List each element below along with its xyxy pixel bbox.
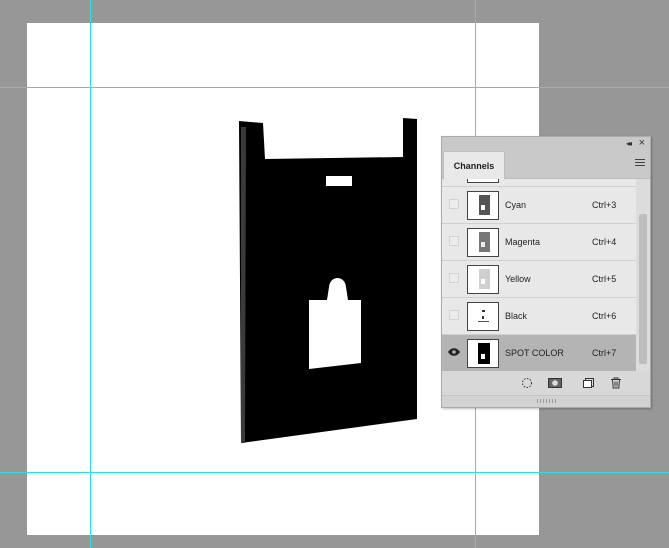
channel-row-black[interactable]: Black Ctrl+6 bbox=[442, 298, 636, 335]
visibility-toggle[interactable] bbox=[449, 199, 459, 209]
visibility-toggle[interactable] bbox=[449, 310, 459, 320]
channels-panel: ◂◂ × Channels Cyan Ctrl+3 Magenta Ctrl+4… bbox=[441, 136, 651, 408]
resize-grip-icon bbox=[537, 399, 557, 403]
channel-name: Yellow bbox=[505, 274, 531, 284]
panel-menu-icon[interactable] bbox=[635, 159, 645, 167]
channel-name: Cyan bbox=[505, 200, 527, 210]
cyan-channel-thumbnail bbox=[467, 191, 499, 220]
collapse-panel-icon[interactable]: ◂◂ bbox=[626, 139, 632, 148]
channel-list: Cyan Ctrl+3 Magenta Ctrl+4 Yellow Ctrl+5… bbox=[442, 179, 636, 371]
eye-icon bbox=[448, 348, 460, 356]
horizontal-guide[interactable] bbox=[0, 87, 669, 88]
load-selection-icon[interactable] bbox=[521, 377, 533, 389]
panel-resize-handle[interactable] bbox=[442, 395, 650, 407]
panel-titlebar[interactable]: ◂◂ × bbox=[442, 137, 650, 150]
channel-row-cyan[interactable]: Cyan Ctrl+3 bbox=[442, 187, 636, 224]
channel-shortcut: Ctrl+7 bbox=[592, 348, 617, 358]
channel-shortcut: Ctrl+4 bbox=[592, 237, 617, 247]
panel-bottom-toolbar bbox=[442, 371, 650, 395]
yellow-channel-thumbnail bbox=[467, 265, 499, 294]
channel-name: SPOT COLOR bbox=[505, 348, 564, 358]
vertical-guide[interactable] bbox=[90, 0, 91, 548]
visibility-toggle[interactable] bbox=[449, 236, 459, 246]
panel-tab-row: Channels bbox=[442, 150, 650, 180]
save-selection-as-channel-icon[interactable] bbox=[548, 377, 562, 389]
channel-row-partial[interactable] bbox=[442, 179, 636, 187]
black-channel-thumbnail bbox=[467, 302, 499, 331]
channel-row-magenta[interactable]: Magenta Ctrl+4 bbox=[442, 224, 636, 261]
channel-list-scrollbar[interactable] bbox=[636, 179, 650, 371]
visibility-toggle[interactable] bbox=[448, 347, 460, 357]
delete-channel-icon[interactable] bbox=[610, 377, 622, 389]
channel-row-yellow[interactable]: Yellow Ctrl+5 bbox=[442, 261, 636, 298]
channel-shortcut: Ctrl+6 bbox=[592, 311, 617, 321]
spot-color-channel-thumbnail bbox=[467, 339, 499, 368]
channel-row-spot-color[interactable]: SPOT COLOR Ctrl+7 bbox=[442, 335, 636, 371]
channel-name: Black bbox=[505, 311, 528, 321]
scrollbar-thumb[interactable] bbox=[639, 214, 647, 364]
channel-shortcut: Ctrl+3 bbox=[592, 200, 617, 210]
visibility-toggle[interactable] bbox=[449, 273, 459, 283]
new-channel-icon[interactable] bbox=[582, 377, 594, 389]
cmyk-composite-thumbnail bbox=[467, 179, 499, 183]
tab-channels[interactable]: Channels bbox=[443, 151, 505, 180]
close-panel-icon[interactable]: × bbox=[639, 137, 645, 149]
horizontal-guide[interactable] bbox=[0, 472, 669, 473]
magenta-channel-thumbnail bbox=[467, 228, 499, 257]
channel-shortcut: Ctrl+5 bbox=[592, 274, 617, 284]
channel-name: Magenta bbox=[505, 237, 541, 247]
